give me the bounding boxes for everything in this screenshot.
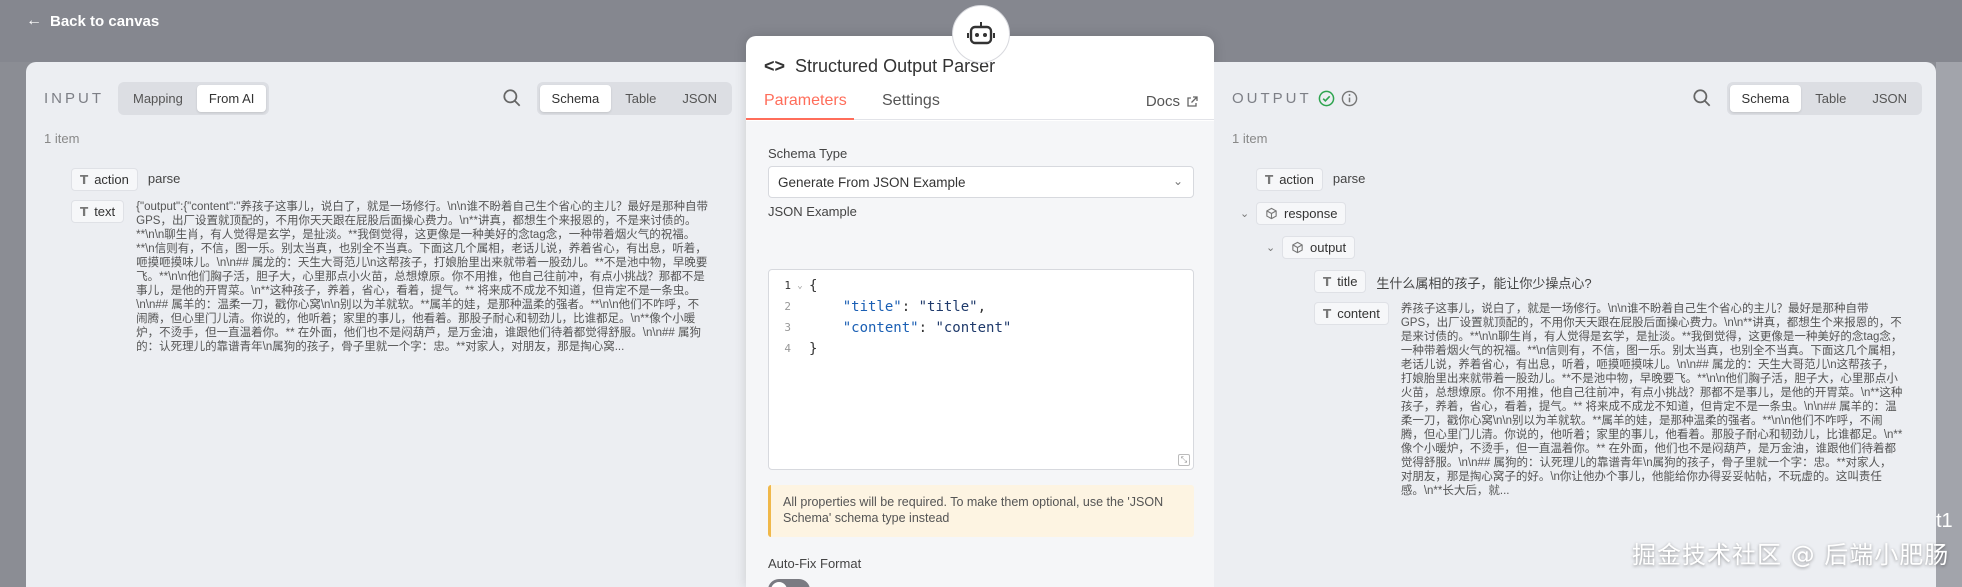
- json-example-editor[interactable]: 1 ⌄ { 2 "title": "title", 3 "content": "…: [768, 269, 1194, 470]
- schema-type-select[interactable]: Generate From JSON Example ⌄: [768, 166, 1194, 198]
- field-name: action: [1279, 172, 1314, 187]
- docs-link[interactable]: Docs: [1146, 93, 1198, 110]
- field-value: 生什么属相的孩子，能让你少操点心?: [1376, 276, 1592, 291]
- auto-fix-label: Auto-Fix Format: [768, 556, 862, 571]
- chevron-down-icon[interactable]: ⌄: [1266, 236, 1282, 254]
- field-name: content: [1337, 306, 1380, 321]
- input-view-json[interactable]: JSON: [670, 85, 729, 112]
- text-type-icon: T: [80, 204, 89, 219]
- external-link-icon: [1187, 95, 1198, 107]
- modal-tabs: Parameters Settings Docs: [746, 88, 1214, 120]
- search-icon[interactable]: [1691, 87, 1713, 109]
- object-type-icon: [1292, 241, 1303, 254]
- field-name: response: [1284, 206, 1338, 221]
- modal-title: <> Structured Output Parser: [764, 56, 995, 77]
- field-value: 养孩子这事儿，说白了，就是一场修行。\n\n谁不盼着自己生个省心的主儿？最好是那…: [1400, 303, 1903, 497]
- output-view-toggle: Schema Table JSON: [1726, 81, 1922, 115]
- canvas-edge: [1936, 62, 1962, 587]
- tab-parameters[interactable]: Parameters: [764, 92, 847, 110]
- output-item-count: 1 item: [1232, 131, 1268, 146]
- field-tag[interactable]: output: [1282, 236, 1356, 259]
- field-tag[interactable]: T content: [1314, 302, 1389, 325]
- output-view-schema[interactable]: Schema: [1729, 84, 1802, 112]
- field-name: title: [1337, 274, 1358, 289]
- field-tag[interactable]: response: [1256, 202, 1347, 225]
- node-robot-icon: [952, 5, 1010, 63]
- text-type-icon: T: [1323, 306, 1332, 321]
- auto-fix-toggle[interactable]: [768, 579, 810, 587]
- active-tab-underline: [746, 118, 854, 120]
- code-line: 2 "title": "title",: [784, 298, 987, 315]
- modal-body: Schema Type Generate From JSON Example ⌄…: [746, 121, 1214, 587]
- required-properties-notice: All properties will be required. To make…: [768, 485, 1194, 537]
- watermark-text: 掘金技术社区 @ 后端小肥肠: [1632, 541, 1950, 569]
- field-value: parse: [147, 171, 181, 186]
- field-name: action: [94, 172, 129, 187]
- from-ai-option[interactable]: From AI: [196, 84, 267, 112]
- modal-title-text: Structured Output Parser: [795, 56, 996, 76]
- code-line: 1 ⌄ {: [784, 277, 818, 294]
- input-field-action: T action parse: [71, 168, 180, 191]
- output-field-content: T content 养孩子这事儿，说白了，就是一场修行。\n\n谁不盼着自己生个…: [1314, 302, 1903, 514]
- output-field-output: ⌄ output: [1266, 236, 1356, 259]
- field-name: text: [94, 204, 116, 219]
- toggle-knob: [771, 582, 787, 587]
- input-item-count: 1 item: [44, 131, 80, 146]
- input-field-text: T text {"output":{"content":"养孩子这事儿，说白了，…: [71, 200, 708, 370]
- field-name: output: [1310, 240, 1347, 255]
- input-view-table[interactable]: Table: [613, 85, 668, 112]
- arrow-left-icon: ←: [26, 12, 42, 29]
- code-icon: <>: [764, 56, 786, 76]
- code-line: 4 }: [784, 340, 818, 357]
- input-panel: INPUT Mapping From AI Schema Table JSON …: [26, 62, 746, 587]
- tab-settings[interactable]: Settings: [882, 92, 940, 110]
- input-view-schema[interactable]: Schema: [539, 84, 612, 112]
- field-tag[interactable]: T text: [71, 200, 125, 223]
- json-example-label: JSON Example: [768, 204, 857, 219]
- back-to-canvas-link[interactable]: ← Back to canvas: [26, 12, 159, 30]
- text-type-icon: T: [1323, 274, 1332, 289]
- chevron-down-icon: ⌄: [1172, 174, 1183, 188]
- output-view-table[interactable]: Table: [1803, 85, 1858, 112]
- output-panel: OUTPUT Schema Table JSON 1 item T action…: [1214, 62, 1936, 587]
- output-view-json[interactable]: JSON: [1860, 85, 1919, 112]
- fold-caret-icon[interactable]: ⌄: [791, 281, 809, 291]
- success-check-icon: [1318, 90, 1335, 106]
- info-icon[interactable]: [1341, 90, 1358, 107]
- node-settings-modal: <> Structured Output Parser Parameters S…: [746, 36, 1214, 587]
- mapping-mode-toggle: Mapping From AI: [118, 81, 270, 115]
- output-field-action: T action parse: [1256, 168, 1365, 191]
- field-tag[interactable]: T title: [1314, 270, 1367, 293]
- mapping-option[interactable]: Mapping: [121, 85, 195, 112]
- object-type-icon: [1266, 207, 1277, 220]
- field-tag[interactable]: T action: [71, 168, 138, 191]
- search-icon[interactable]: [501, 87, 523, 109]
- canvas-node-label: t1: [1936, 510, 1953, 532]
- output-field-response: ⌄ response: [1240, 202, 1347, 225]
- input-view-toggle: Schema Table JSON: [536, 81, 732, 115]
- text-type-icon: T: [80, 172, 89, 187]
- input-panel-title: INPUT: [44, 89, 104, 107]
- code-line: 3 "content": "content": [784, 319, 1012, 336]
- resize-handle-icon[interactable]: ⤡: [1178, 454, 1190, 466]
- field-value: {"output":{"content":"养孩子这事儿，说白了，就是一场修行。…: [136, 201, 709, 353]
- docs-label: Docs: [1145, 93, 1180, 110]
- field-tag[interactable]: T action: [1256, 168, 1323, 191]
- robot-icon: [967, 22, 995, 45]
- field-value: parse: [1332, 171, 1366, 186]
- chevron-down-icon[interactable]: ⌄: [1240, 202, 1256, 220]
- back-to-canvas-label: Back to canvas: [50, 12, 160, 30]
- schema-type-label: Schema Type: [768, 146, 848, 161]
- schema-type-value: Generate From JSON Example: [778, 174, 966, 190]
- output-panel-title: OUTPUT: [1232, 89, 1312, 107]
- output-field-title: T title 生什么属相的孩子，能让你少操点心?: [1314, 270, 1592, 293]
- text-type-icon: T: [1265, 172, 1274, 187]
